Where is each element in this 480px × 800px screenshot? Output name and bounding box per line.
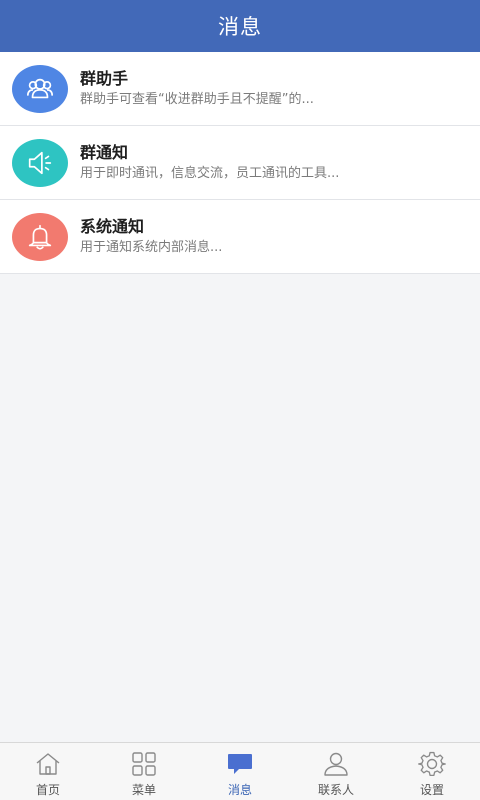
message-preview: 用于通知系统内部消息... [80,240,223,255]
home-icon [34,750,62,778]
message-title: 群助手 [80,69,129,88]
tab-settings[interactable]: 设置 [384,743,480,800]
message-item-group-notice[interactable]: 群通知 用于即时通讯，信息交流，员工通讯的工具... [0,126,480,200]
tab-label: 消息 [227,783,252,797]
message-title: 系统通知 [80,217,145,236]
person-icon [322,750,350,778]
gear-icon [418,750,446,778]
page-title: 消息 [218,15,262,39]
message-preview: 群助手可查看“收进群助手且不提醒”的... [80,92,314,107]
tab-home[interactable]: 首页 [0,743,96,800]
tab-messages[interactable]: 消息 [192,743,288,800]
tab-menu[interactable]: 菜单 [96,743,192,800]
grid-menu-icon [130,750,158,778]
message-title: 群通知 [80,143,129,162]
bell-icon [12,212,68,261]
bottom-tab-bar: 首页 菜单 消息 联系人 设置 [0,742,480,800]
speaker-icon [12,138,68,187]
tab-label: 首页 [35,783,60,797]
message-list: 群助手 群助手可查看“收进群助手且不提醒”的... 群通知 用于即时通讯，信息交… [0,52,480,274]
tab-label: 菜单 [131,783,156,797]
tab-contacts[interactable]: 联系人 [288,743,384,800]
header-bar: 消息 [0,0,480,52]
message-item-group-assistant[interactable]: 群助手 群助手可查看“收进群助手且不提醒”的... [0,52,480,126]
app-root: 消息 群助手 群助手可查看“收进群助手且不提醒”的... 群通知 用于即时通讯，… [0,0,480,800]
tab-label: 设置 [419,783,444,797]
tab-label: 联系人 [317,783,354,797]
message-preview: 用于即时通讯，信息交流，员工通讯的工具... [80,166,340,181]
chat-bubble-icon [226,750,254,778]
group-people-icon [12,64,68,113]
message-item-system-notice[interactable]: 系统通知 用于通知系统内部消息... [0,200,480,274]
